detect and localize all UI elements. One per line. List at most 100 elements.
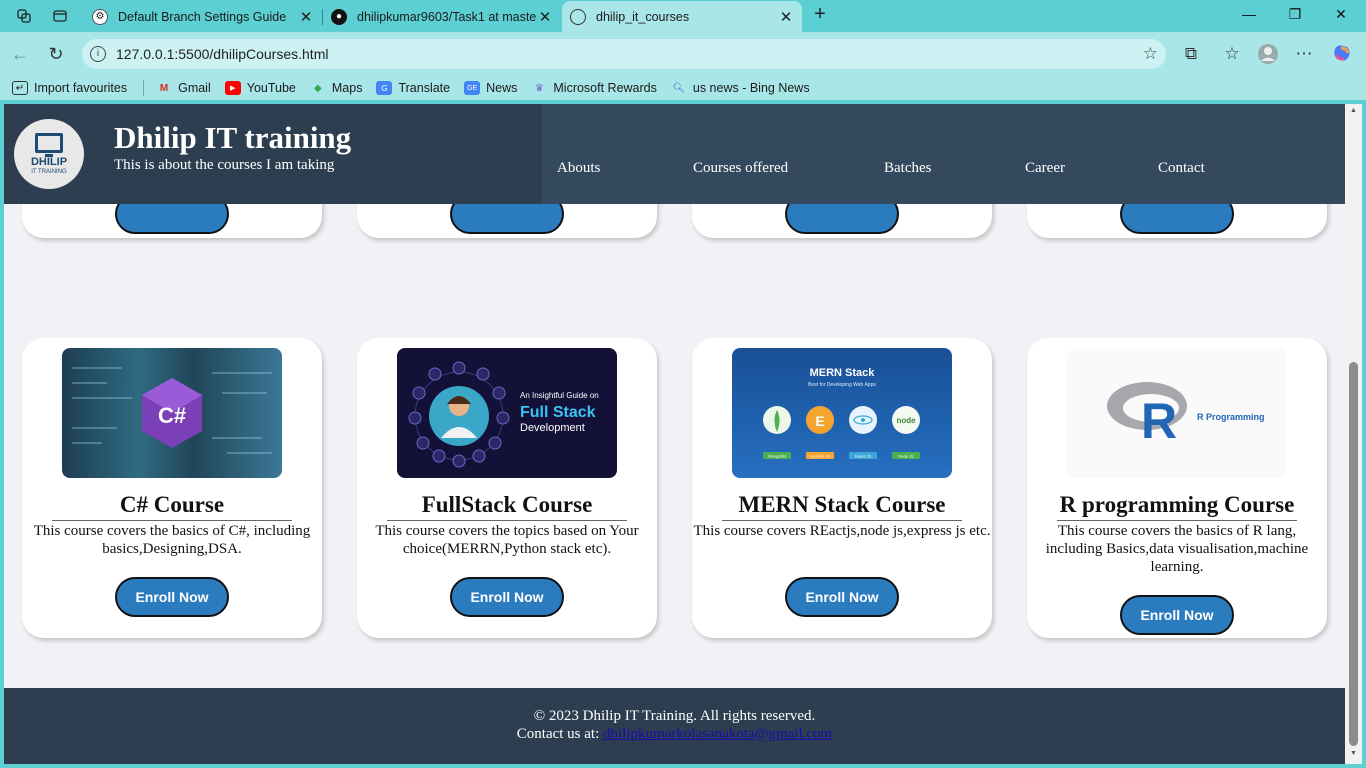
tab-title: Default Branch Settings Guide — [118, 9, 287, 24]
browser-tab-bar: ⚙ Default Branch Settings Guide ✕ ● dhil… — [0, 0, 1366, 32]
course-card-fullstack: An Insightful Guide on Full Stack Develo… — [357, 338, 657, 638]
tab-actions-icon[interactable] — [50, 6, 70, 26]
enroll-button[interactable]: Enroll Now — [1120, 595, 1234, 635]
nav-contact[interactable]: Contact — [1158, 160, 1205, 177]
nav-courses-offered[interactable]: Courses offered — [693, 160, 788, 177]
thumb-caption: An Insightful Guide on — [520, 391, 599, 400]
close-window-icon[interactable]: ✕ — [1331, 6, 1351, 26]
bookmark-maps[interactable]: ◆ Maps — [310, 81, 363, 95]
close-icon[interactable]: ✕ — [537, 8, 553, 26]
thumb-caption: MERN Stack — [810, 367, 876, 379]
translate-icon: G — [376, 81, 393, 95]
course-title: C# Course — [52, 491, 292, 521]
site-footer: © 2023 Dhilip IT Training. All rights re… — [4, 688, 1345, 764]
brand-area: DHILIP IT TRAINING Dhilip IT training Th… — [4, 104, 542, 204]
course-card-mern: MERN Stack Best for Developing Web Apps … — [692, 338, 992, 638]
copilot-icon[interactable] — [1331, 43, 1353, 65]
profile-avatar[interactable] — [1257, 43, 1279, 65]
thumb-caption: node — [896, 416, 916, 425]
bookmark-youtube[interactable]: ▶ YouTube — [224, 81, 296, 95]
bookmark-translate[interactable]: G Translate — [376, 81, 450, 95]
contact-email-link[interactable]: dhilipkumarkolasanakota@gmail.com — [603, 726, 832, 742]
news-icon: GE — [464, 81, 481, 95]
thumb-caption: Node JS — [898, 454, 914, 459]
settings-icon: ⚙ — [92, 8, 108, 25]
restore-icon[interactable]: ❐ — [1285, 6, 1305, 26]
logo-text: DHILIP — [30, 155, 68, 168]
contact-label: Contact us at: — [516, 726, 600, 742]
maps-icon: ◆ — [314, 82, 322, 94]
bookmark-label: Maps — [331, 81, 363, 95]
close-icon[interactable]: ✕ — [298, 8, 314, 26]
nav-abouts[interactable]: Abouts — [557, 160, 600, 177]
bookmark-bing-news[interactable]: 🔍︎ us news - Bing News — [671, 81, 810, 95]
r-logo-letter: R — [1141, 393, 1177, 449]
logo-subtext: IT TRAINING — [31, 168, 67, 175]
scrollbar-thumb[interactable] — [1349, 362, 1358, 746]
tab-github[interactable]: ● dhilipkumar9603/Task1 at master ✕ — [323, 1, 561, 32]
tab-title: dhilipkumar9603/Task1 at master — [357, 9, 537, 24]
r-thumbnail: R R Programming — [1067, 348, 1287, 478]
globe-icon — [570, 8, 586, 25]
gmail-icon: M — [159, 82, 169, 94]
site-subtitle: This is about the courses I am taking — [114, 157, 335, 173]
page-scrollbar[interactable]: ▲ ▼ — [1345, 104, 1362, 764]
footer-contact: Contact us at: dhilipkumarkolasanakota@g… — [4, 726, 1345, 743]
enroll-button[interactable]: Enroll Now — [785, 577, 899, 617]
site-info-icon[interactable]: i — [90, 46, 106, 62]
back-icon[interactable]: ← — [10, 44, 30, 64]
scroll-down-arrow[interactable]: ▼ — [1349, 750, 1358, 757]
nav-career[interactable]: Career — [1025, 160, 1065, 177]
bookmark-microsoft-rewards[interactable]: ♛ Microsoft Rewards — [531, 81, 657, 95]
mern-thumbnail: MERN Stack Best for Developing Web Apps … — [732, 348, 952, 478]
course-description: This course covers the topics based on Y… — [375, 523, 639, 557]
tab-default-branch[interactable]: ⚙ Default Branch Settings Guide ✕ — [84, 1, 322, 32]
workspaces-icon[interactable] — [14, 6, 34, 26]
new-tab-button[interactable]: + — [809, 4, 831, 26]
monitor-icon — [35, 132, 63, 157]
address-toolbar: ← ↻ i 127.0.0.1:5500/dhilipCourses.html … — [0, 32, 1366, 76]
thumb-caption: Express JS — [810, 454, 831, 459]
thumb-caption: E — [815, 413, 824, 429]
bookmark-label: News — [486, 81, 518, 95]
search-icon: 🔍︎ — [672, 82, 686, 94]
csharp-thumbnail: C# — [62, 348, 282, 478]
bookmark-label: Gmail — [178, 81, 211, 95]
thumb-caption: React JS — [855, 454, 872, 459]
favorite-star-icon[interactable]: ☆ — [1143, 44, 1158, 64]
tab-dhilip-courses[interactable]: dhilip_it_courses ✕ — [562, 1, 802, 32]
course-description: This course covers the basics of C#, inc… — [33, 523, 311, 557]
nav-batches[interactable]: Batches — [884, 160, 931, 177]
fullstack-thumbnail: An Insightful Guide on Full Stack Develo… — [397, 348, 617, 478]
bookmark-label: us news - Bing News — [692, 81, 810, 95]
bookmark-label: Microsoft Rewards — [553, 81, 657, 95]
course-description: This course covers the basics of R lang,… — [1045, 523, 1309, 575]
thumb-caption: Best for Developing Web Apps — [808, 382, 876, 388]
close-icon[interactable]: ✕ — [778, 8, 794, 26]
course-description: This course covers REactjs,node js,expre… — [693, 523, 991, 539]
enroll-button[interactable]: Enroll Now — [115, 577, 229, 617]
refresh-icon[interactable]: ↻ — [46, 44, 66, 64]
scroll-up-arrow[interactable]: ▲ — [1349, 107, 1358, 114]
csharp-logo-text: C# — [158, 403, 186, 428]
site-title: Dhilip IT training — [114, 120, 352, 155]
more-menu-icon[interactable]: ⋯ — [1293, 43, 1315, 65]
tab-title: dhilip_it_courses — [596, 9, 690, 24]
site-logo[interactable]: DHILIP IT TRAINING — [14, 119, 84, 189]
url-text[interactable]: 127.0.0.1:5500/dhilipCourses.html — [116, 46, 328, 62]
course-card-r: R R Programming R programming Course Thi… — [1027, 338, 1327, 638]
favorites-icon[interactable]: ☆ — [1221, 43, 1243, 65]
page-viewport: DHILIP IT TRAINING Dhilip IT training Th… — [4, 104, 1345, 764]
enroll-button[interactable]: Enroll Now — [450, 577, 564, 617]
bookmark-news[interactable]: GE News — [464, 81, 517, 95]
youtube-icon: ▶ — [224, 81, 241, 95]
extensions-icon[interactable]: ⧉ — [1180, 43, 1202, 65]
bookmark-gmail[interactable]: M Gmail — [156, 81, 211, 95]
bookmark-label: YouTube — [246, 81, 296, 95]
minimize-icon[interactable]: — — [1239, 6, 1259, 26]
thumb-caption: MongoDB — [768, 454, 786, 459]
thumb-caption: Full Stack — [520, 404, 596, 421]
address-bar[interactable]: i 127.0.0.1:5500/dhilipCourses.html ☆ — [82, 39, 1166, 69]
bookmarks-bar: ↵ Import favourites M Gmail ▶ YouTube ◆ … — [0, 76, 1366, 100]
bookmark-import-favourites[interactable]: ↵ Import favourites — [12, 81, 127, 95]
